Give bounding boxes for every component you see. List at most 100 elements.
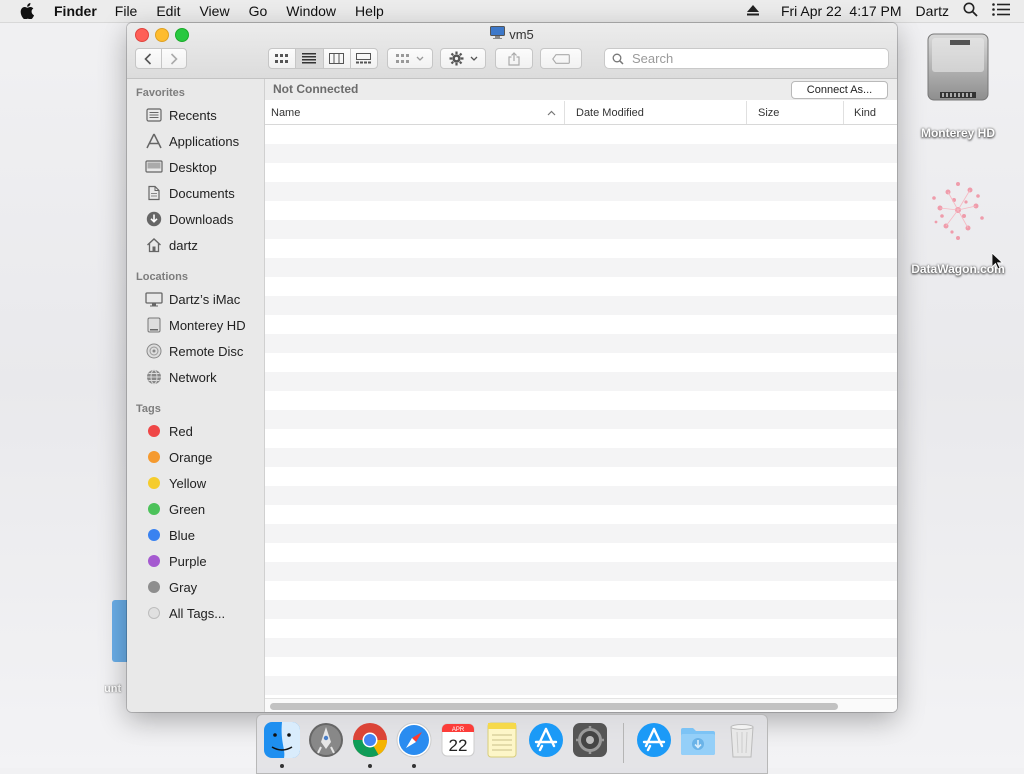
dock-app-chrome[interactable] <box>350 720 390 760</box>
menu-go[interactable]: Go <box>249 3 268 19</box>
sidebar-item-remote-disc[interactable]: Remote Disc <box>127 339 264 363</box>
sidebar-item-documents[interactable]: Documents <box>127 181 264 205</box>
dock-app-trash[interactable] <box>722 720 762 760</box>
sidebar-tag-purple[interactable]: Purple <box>127 549 264 573</box>
sidebar-tag-gray[interactable]: Gray <box>127 575 264 599</box>
sidebar-tag-orange[interactable]: Orange <box>127 445 264 469</box>
sidebar-item-label: Network <box>169 369 217 385</box>
column-header-label: Name <box>271 106 301 119</box>
dock-app-safari[interactable] <box>394 720 434 760</box>
back-forward-control <box>135 48 187 69</box>
sidebar-item-label: Green <box>169 501 206 517</box>
calendar-icon: APR 22 <box>441 723 475 757</box>
group-by-button[interactable] <box>387 48 433 69</box>
sidebar-item-label: Blue <box>169 527 196 543</box>
sidebar-tag-yellow[interactable]: Yellow <box>127 471 264 495</box>
sidebar-item-label: Red <box>169 423 193 439</box>
desktop-partial-icon-label: unt <box>104 683 122 695</box>
column-header-kind[interactable]: Kind <box>843 101 897 124</box>
finder-window: vm5 Search Favorites Recents Application… <box>127 23 897 712</box>
dock-app-app-store[interactable] <box>526 720 566 760</box>
menu-help[interactable]: Help <box>355 3 384 19</box>
dock-app-notes[interactable] <box>482 720 522 760</box>
dock-app-launchpad[interactable] <box>306 720 346 760</box>
menu-app-name[interactable]: Finder <box>54 3 97 19</box>
sidebar-tag-blue[interactable]: Blue <box>127 523 264 547</box>
view-mode-control <box>268 48 378 69</box>
sidebar-tag-green[interactable]: Green <box>127 497 264 521</box>
sidebar-item-applications[interactable]: Applications <box>127 129 264 153</box>
menu-clock[interactable]: Fri Apr 22 4:17 PM <box>781 3 902 19</box>
column-header-date-modified[interactable]: Date Modified <box>564 101 746 124</box>
window-title-text: vm5 <box>509 26 534 42</box>
spotlight-search-icon[interactable] <box>963 2 978 20</box>
column-header-size[interactable]: Size <box>746 101 843 124</box>
desktop-partial-folder-icon[interactable] <box>112 600 128 662</box>
menu-window[interactable]: Window <box>286 3 336 19</box>
sidebar-item-label: Dartz’s iMac <box>169 291 241 307</box>
menu-file[interactable]: File <box>115 3 138 19</box>
sidebar-item-label: Orange <box>169 449 213 465</box>
dock-app-finder[interactable] <box>262 720 302 760</box>
calendar-month: APR <box>452 727 465 733</box>
connect-as-button[interactable]: Connect As... <box>791 81 888 99</box>
menu-view[interactable]: View <box>199 3 229 19</box>
menu-user[interactable]: Dartz <box>916 3 949 19</box>
sidebar-section-tags: Tags <box>136 403 161 415</box>
search-input[interactable] <box>630 50 874 67</box>
documents-icon <box>144 184 164 202</box>
menu-bar: Finder File Edit View Go Window Help Fri… <box>0 0 1024 23</box>
list-view-button[interactable] <box>296 49 324 68</box>
dock-app-system-preferences[interactable] <box>570 720 610 760</box>
dock-app-app-store-2[interactable] <box>634 720 674 760</box>
system-preferences-icon <box>573 723 607 757</box>
recents-icon <box>144 106 164 124</box>
sidebar-item-recents[interactable]: Recents <box>127 103 264 127</box>
action-menu-button[interactable] <box>440 48 486 69</box>
launchpad-icon <box>309 723 343 757</box>
home-icon <box>144 236 164 254</box>
sidebar-item-downloads[interactable]: Downloads <box>127 207 264 231</box>
calendar-day: 22 <box>449 736 468 755</box>
sidebar-item-monterey-hd[interactable]: Monterey HD <box>127 313 264 337</box>
hard-drive-icon <box>920 30 996 110</box>
edit-tags-button[interactable] <box>540 48 582 69</box>
sidebar-tag-red[interactable]: Red <box>127 419 264 443</box>
file-list-rows[interactable] <box>265 125 897 697</box>
notes-icon <box>487 722 517 758</box>
horizontal-scrollbar[interactable] <box>265 698 897 712</box>
column-header-label: Size <box>758 106 780 119</box>
gallery-view-button[interactable] <box>351 49 377 68</box>
icon-view-button[interactable] <box>269 49 297 68</box>
menu-edit[interactable]: Edit <box>156 3 180 19</box>
scrollbar-thumb[interactable] <box>270 703 838 710</box>
column-view-button[interactable] <box>324 49 351 68</box>
dock-app-downloads-folder[interactable] <box>678 720 718 760</box>
notification-center-icon[interactable] <box>992 3 1010 19</box>
sidebar-item-home[interactable]: dartz <box>127 233 264 257</box>
eject-icon[interactable] <box>746 3 759 19</box>
sidebar-item-desktop[interactable]: Desktop <box>127 155 264 179</box>
dock-running-indicator <box>280 764 284 768</box>
share-button[interactable] <box>495 48 533 69</box>
search-field[interactable] <box>604 48 889 69</box>
downloads-icon <box>144 210 164 228</box>
sidebar-item-label: Purple <box>169 553 207 569</box>
sidebar-item-label: Yellow <box>169 475 207 491</box>
column-header-name[interactable]: Name <box>265 101 564 124</box>
chevron-down-icon <box>470 56 477 61</box>
sidebar-item-imac[interactable]: Dartz’s iMac <box>127 287 264 311</box>
back-button[interactable] <box>136 49 162 68</box>
sidebar-all-tags[interactable]: All Tags... <box>127 601 264 625</box>
dock-running-indicator <box>412 764 416 768</box>
desktop-icon-monterey-hd[interactable]: Monterey HD <box>908 30 1008 140</box>
sidebar-item-network[interactable]: Network <box>127 365 264 389</box>
dock-app-calendar[interactable]: APR 22 <box>438 720 478 760</box>
app-store-icon <box>637 723 671 757</box>
network-icon <box>144 368 164 386</box>
apple-menu-icon[interactable] <box>20 3 38 19</box>
column-header: Name Date Modified Size Kind <box>265 101 897 125</box>
file-list-pane: Not Connected Connect As... Name Date Mo… <box>265 79 897 712</box>
forward-button[interactable] <box>162 49 187 68</box>
sort-ascending-icon <box>547 110 556 115</box>
